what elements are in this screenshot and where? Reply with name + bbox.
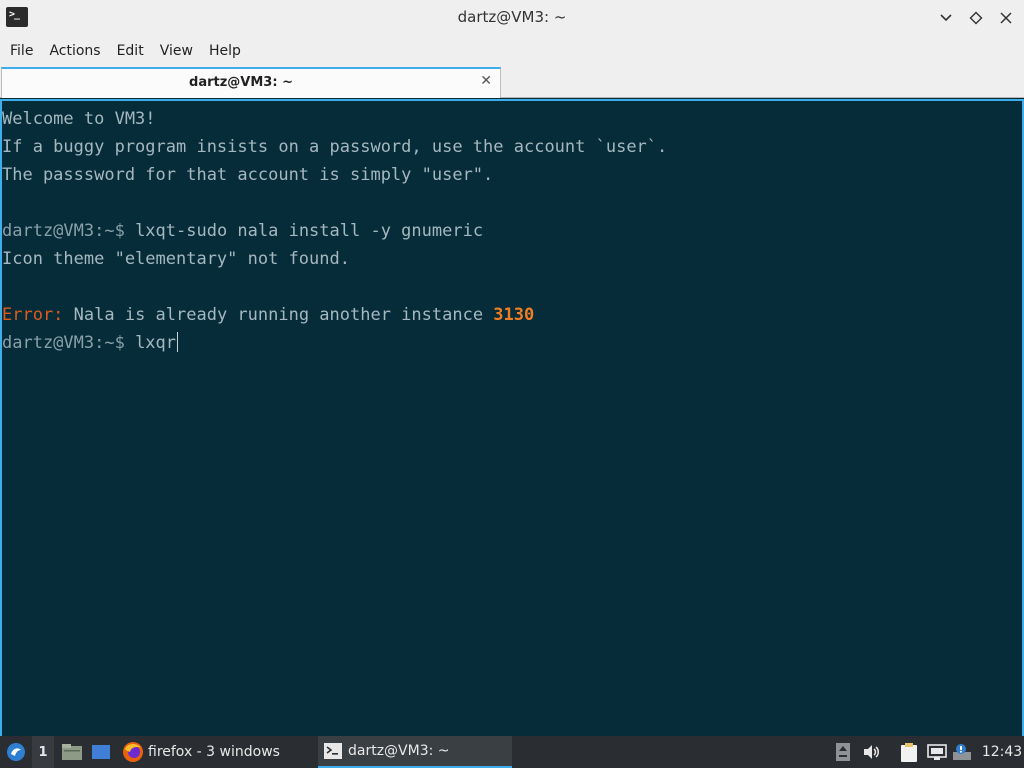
terminal-line: dartz@VM3:~$ lxqr xyxy=(2,329,1022,357)
network-icon xyxy=(927,744,947,760)
task-terminal[interactable]: dartz@VM3: ~ xyxy=(318,736,512,768)
error-pid: 3130 xyxy=(493,305,535,325)
window-title: dartz@VM3: ~ xyxy=(457,8,567,26)
task-firefox[interactable]: firefox - 3 windows xyxy=(120,736,310,768)
tab-label: dartz@VM3: ~ xyxy=(189,75,293,90)
terminal-view[interactable]: Welcome to VM3! If a buggy program insis… xyxy=(0,99,1024,736)
show-desktop-button[interactable] xyxy=(90,736,112,768)
terminal-line: Error: Nala is already running another i… xyxy=(2,301,1022,329)
clock[interactable]: 12:43 xyxy=(980,736,1024,768)
tab-terminal[interactable]: dartz@VM3: ~ ✕ xyxy=(1,67,501,98)
close-icon xyxy=(1000,12,1012,24)
menu-file[interactable]: File xyxy=(2,43,41,59)
terminal-line: If a buggy program insists on a password… xyxy=(2,137,668,157)
menu-edit[interactable]: Edit xyxy=(109,43,152,59)
menu-view[interactable]: View xyxy=(152,43,201,59)
task-label: dartz@VM3: ~ xyxy=(348,743,450,759)
start-menu-button[interactable] xyxy=(4,736,28,768)
show-desktop-icon xyxy=(92,745,110,759)
shell-command: lxqt-sudo nala install -y gnumeric xyxy=(135,221,484,241)
volume-icon xyxy=(864,745,879,759)
chevron-down-icon xyxy=(940,14,952,22)
taskbar: 1 firefox - 3 windows dartz@VM3: ~ 12:43 xyxy=(0,736,1024,768)
tray-upload[interactable] xyxy=(834,736,852,768)
tab-bar: dartz@VM3: ~ ✕ xyxy=(0,66,1024,98)
text-cursor xyxy=(177,332,179,352)
terminal-line: Icon theme "elementary" not found. xyxy=(2,249,350,269)
error-message: Nala is already running another instance xyxy=(63,305,494,325)
close-button[interactable] xyxy=(994,6,1018,30)
shell-prompt: dartz@VM3:~$ xyxy=(2,333,136,353)
tray-clipboard[interactable] xyxy=(898,736,920,768)
terminal-icon xyxy=(324,743,342,759)
error-label: Error: xyxy=(2,305,64,325)
firefox-icon xyxy=(123,742,143,762)
start-menu-icon xyxy=(7,743,25,761)
terminal-line: Welcome to VM3! xyxy=(2,109,156,129)
diamond-icon xyxy=(969,11,983,25)
maximize-button[interactable] xyxy=(964,6,988,30)
tray-volume[interactable] xyxy=(862,736,882,768)
shell-input[interactable]: lxqr xyxy=(135,333,176,353)
terminal-line: dartz@VM3:~$ lxqt-sudo nala install -y g… xyxy=(2,217,1022,245)
update-notifier-icon xyxy=(953,744,971,760)
terminal-line: The passsword for that account is simply… xyxy=(2,165,494,185)
minimize-button[interactable] xyxy=(934,6,958,30)
desktop-switch[interactable]: 1 xyxy=(32,736,54,768)
close-icon[interactable]: ✕ xyxy=(480,73,492,89)
tray-updates[interactable] xyxy=(952,736,972,768)
upload-icon xyxy=(836,743,850,761)
menu-help[interactable]: Help xyxy=(201,43,249,59)
tray-network[interactable] xyxy=(926,736,948,768)
clipboard-icon xyxy=(901,743,917,762)
file-manager-icon xyxy=(62,744,82,760)
shell-prompt: dartz@VM3:~$ xyxy=(2,221,136,241)
menu-bar: File Actions Edit View Help xyxy=(0,36,1024,66)
task-label: firefox - 3 windows xyxy=(148,744,280,760)
window-titlebar[interactable]: dartz@VM3: ~ xyxy=(0,0,1024,36)
menu-actions[interactable]: Actions xyxy=(41,43,108,59)
file-manager-button[interactable] xyxy=(60,736,84,768)
